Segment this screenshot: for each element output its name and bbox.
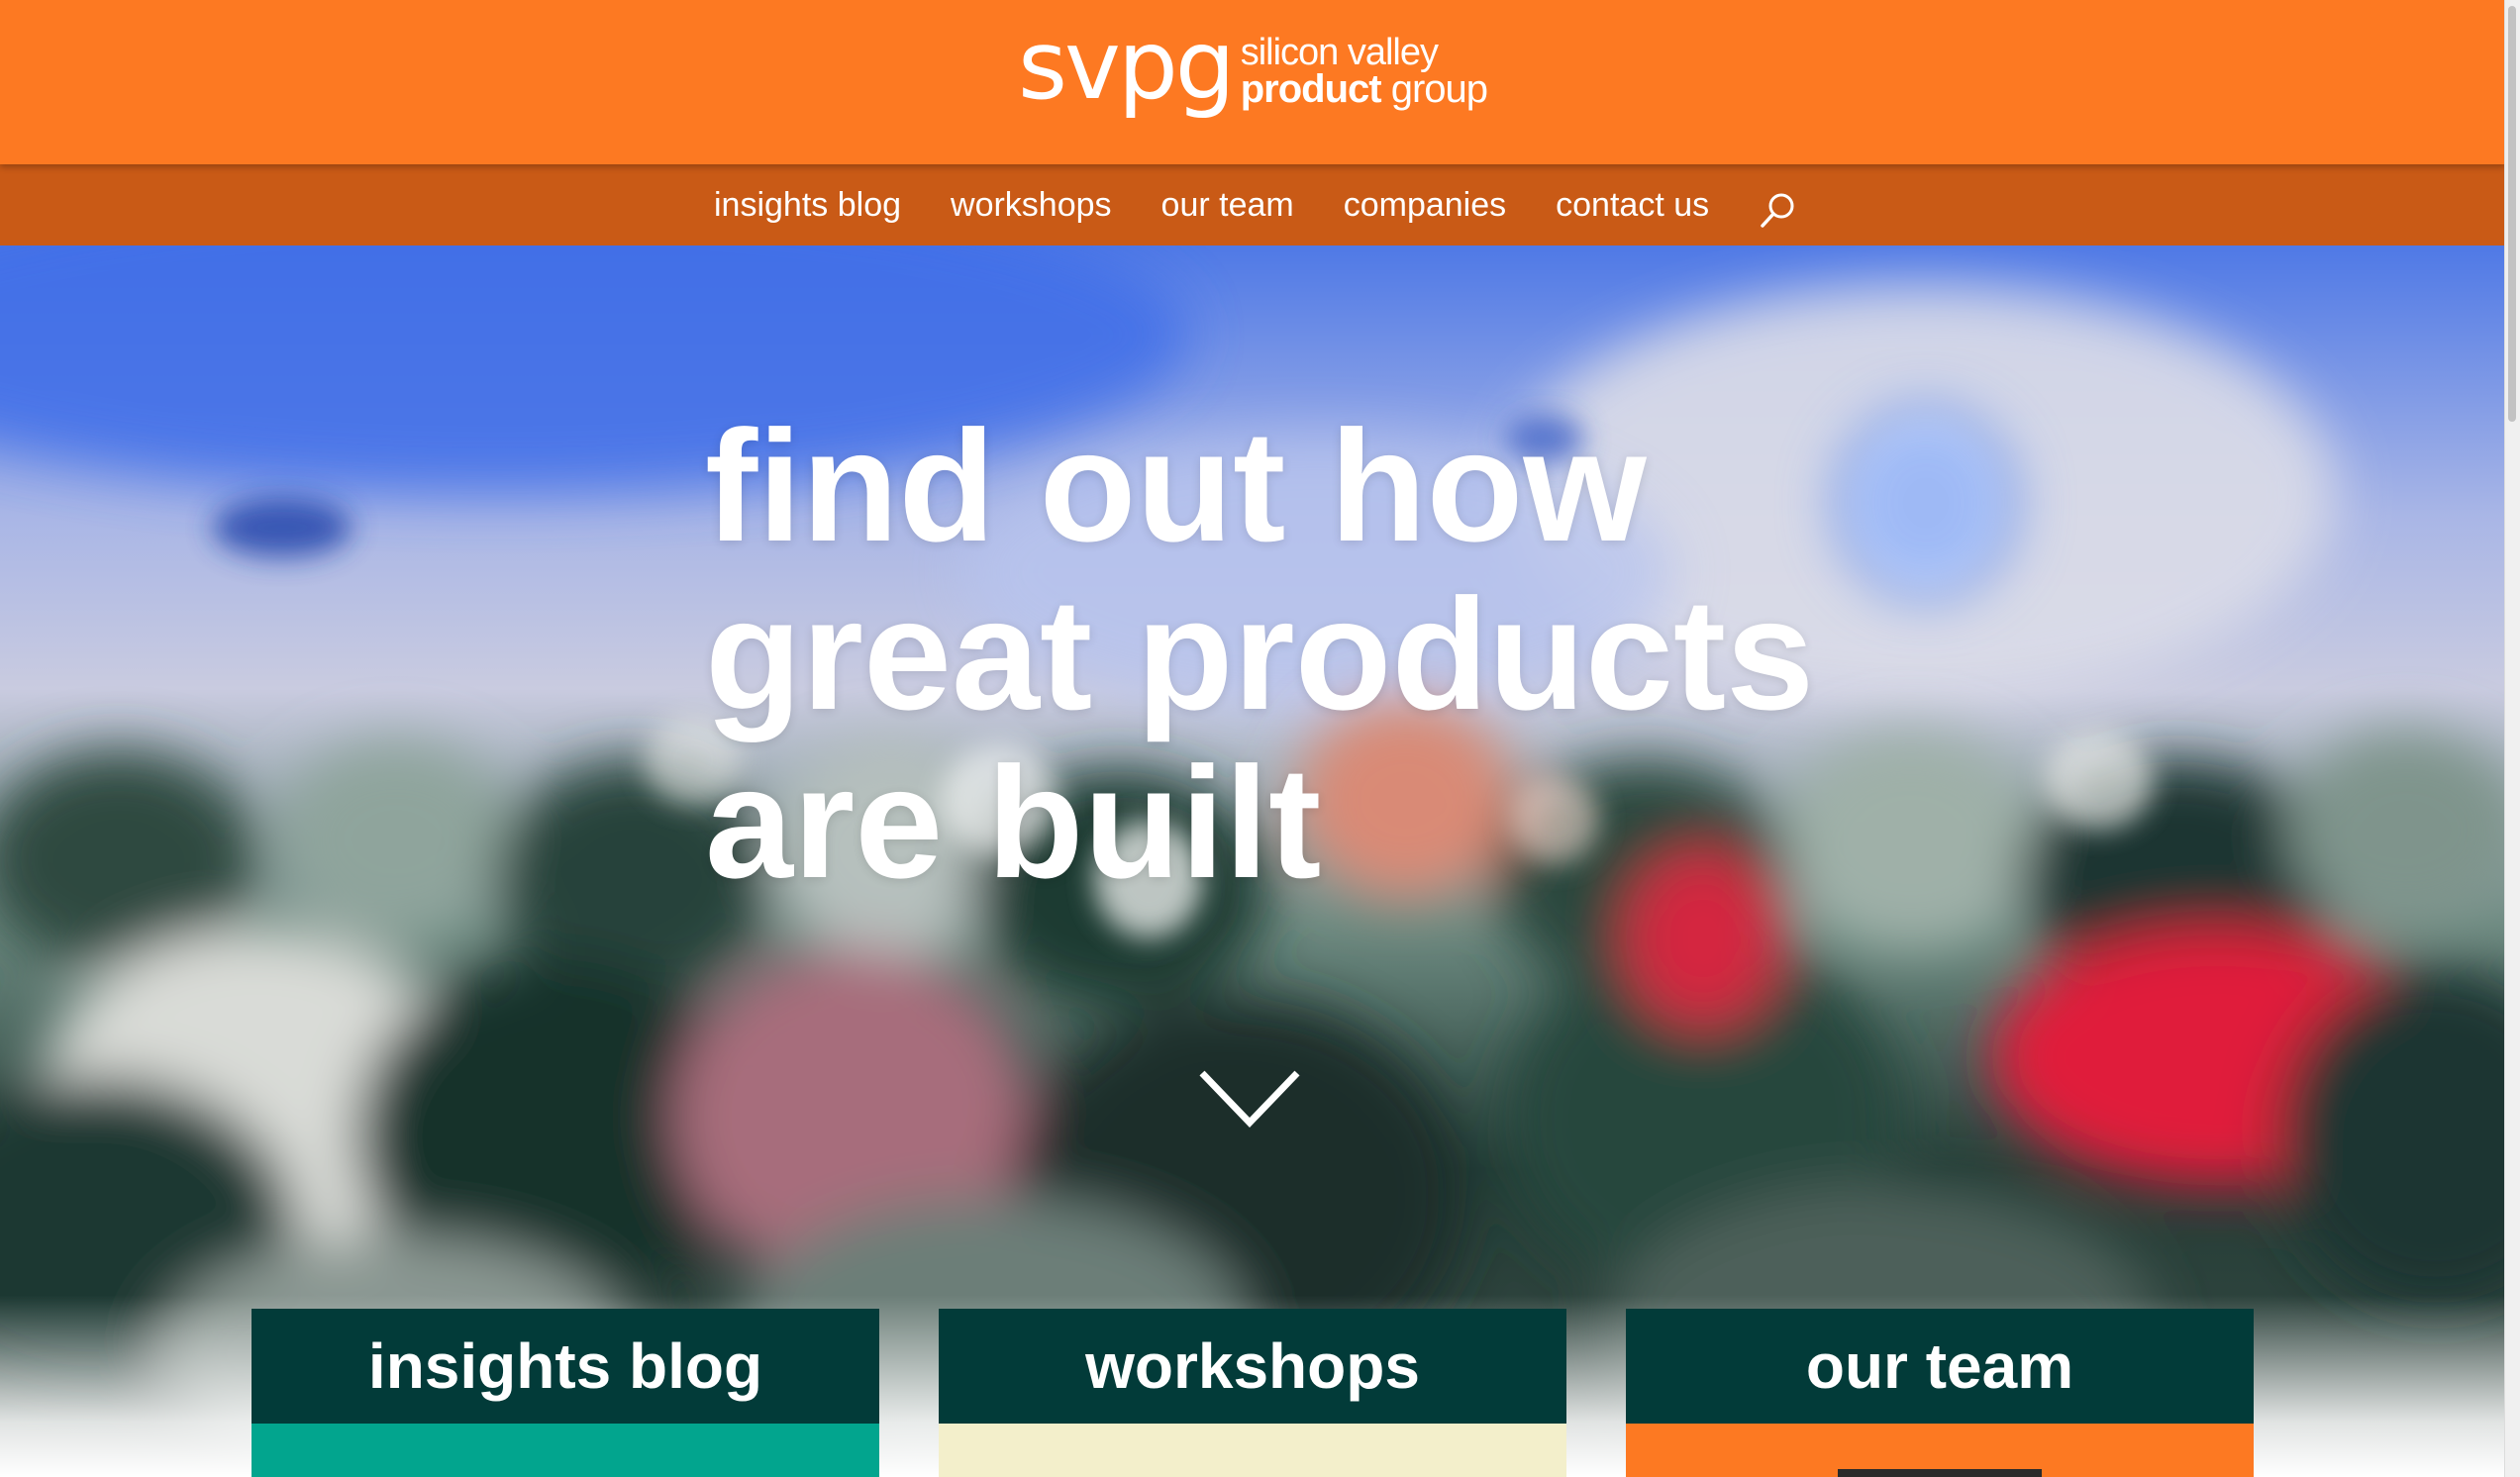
- card-our-team-image: [1626, 1424, 2254, 1477]
- card-workshops-image: [939, 1424, 1566, 1477]
- nav-item-contact-us[interactable]: contact us: [1556, 186, 1709, 225]
- logo-line-2-bold: product: [1240, 67, 1382, 112]
- nav-item-insights-blog[interactable]: insights blog: [714, 186, 901, 225]
- svpg-logo[interactable]: svpg silicon valley product group: [1018, 10, 1488, 129]
- page-scrollbar[interactable]: [2504, 0, 2520, 1477]
- main-nav: insights blog workshops our team compani…: [714, 164, 1759, 246]
- card-workshops-title: workshops: [939, 1309, 1566, 1424]
- chevron-down-icon[interactable]: [1198, 1067, 1301, 1131]
- logo-line-2-rest: group: [1380, 67, 1488, 112]
- main-nav-bar: insights blog workshops our team compani…: [0, 164, 2505, 246]
- nav-item-companies[interactable]: companies: [1344, 186, 1506, 225]
- nav-item-our-team[interactable]: our team: [1161, 186, 1294, 225]
- logo-mark: svpg: [1018, 10, 1236, 121]
- hero-section: find out how great products are built: [0, 246, 2505, 1477]
- logo-line-1: silicon valley: [1240, 31, 1439, 73]
- page: svpg silicon valley product group insigh…: [0, 0, 2520, 1477]
- hero-headline-line-2: great products: [705, 565, 1815, 742]
- card-workshops[interactable]: workshops: [939, 1309, 1566, 1477]
- scrollbar-thumb[interactable]: [2508, 6, 2516, 422]
- search-icon[interactable]: [1759, 190, 1798, 230]
- card-our-team-title: our team: [1626, 1309, 2254, 1424]
- hero-headline: find out how great products are built: [705, 402, 1814, 907]
- card-insights-blog[interactable]: insights blog: [252, 1309, 879, 1477]
- card-insights-blog-image: [252, 1424, 879, 1477]
- nav-item-workshops[interactable]: workshops: [951, 186, 1112, 225]
- card-our-team[interactable]: our team: [1626, 1309, 2254, 1477]
- hero-headline-line-1: find out how: [705, 397, 1647, 574]
- card-insights-blog-title: insights blog: [252, 1309, 879, 1424]
- team-photo: [1838, 1469, 2042, 1477]
- site-header: svpg silicon valley product group: [0, 0, 2505, 164]
- hero-headline-line-3: are built: [705, 734, 1322, 911]
- logo-wordmark: silicon valley product group: [1240, 31, 1488, 112]
- logo-line-2: product group: [1240, 67, 1488, 112]
